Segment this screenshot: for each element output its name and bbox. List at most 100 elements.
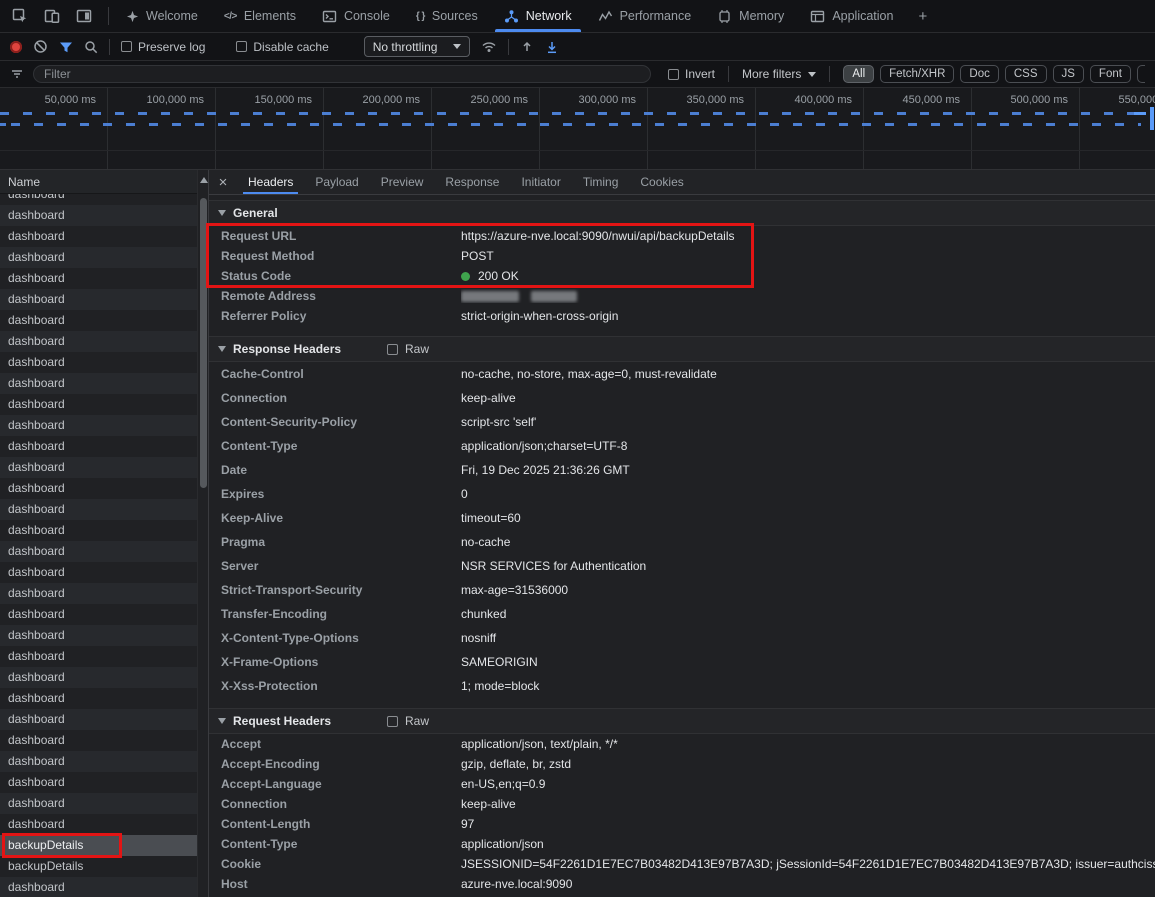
request-row[interactable]: dashboard: [0, 226, 197, 247]
dock-side-icon[interactable]: [76, 8, 92, 24]
request-row[interactable]: dashboard: [0, 394, 197, 415]
tab-performance[interactable]: Performance: [585, 0, 705, 32]
request-headers-section: Request Headers Raw Accept application/j…: [209, 708, 1155, 894]
type-filter-pill[interactable]: CSS: [1005, 65, 1047, 83]
response-headers-section-header[interactable]: Response Headers Raw: [209, 336, 1155, 362]
request-list-scrollbar[interactable]: [197, 170, 208, 897]
request-row[interactable]: backupDetails: [0, 835, 197, 856]
request-row[interactable]: dashboard: [0, 625, 197, 646]
tab-sources[interactable]: { } Sources: [403, 0, 491, 32]
request-row[interactable]: dashboard: [0, 793, 197, 814]
import-har-icon[interactable]: [520, 40, 534, 54]
request-row[interactable]: dashboard: [0, 247, 197, 268]
request-row[interactable]: dashboard: [0, 541, 197, 562]
request-row[interactable]: dashboard: [0, 520, 197, 541]
invert-checkbox[interactable]: [668, 69, 679, 80]
scroll-up-icon[interactable]: [200, 177, 208, 183]
invert-toggle[interactable]: Invert: [668, 67, 715, 81]
tab-elements[interactable]: </> Elements: [211, 0, 309, 32]
request-row[interactable]: dashboard: [0, 688, 197, 709]
disable-cache-toggle[interactable]: Disable cache: [236, 40, 328, 54]
preserve-log-checkbox[interactable]: [121, 41, 132, 52]
request-row[interactable]: dashboard: [0, 583, 197, 604]
detail-tab[interactable]: Cookies: [629, 170, 694, 194]
request-row[interactable]: dashboard: [0, 205, 197, 226]
request-row[interactable]: backupDetails: [0, 856, 197, 877]
tab-label: Elements: [244, 9, 296, 23]
network-conditions-icon[interactable]: [481, 39, 497, 54]
tab-memory[interactable]: Memory: [704, 0, 797, 32]
type-filter-pill[interactable]: Img: [1137, 65, 1145, 83]
more-tabs-button[interactable]: +: [906, 0, 939, 32]
raw-toggle[interactable]: Raw: [387, 342, 429, 356]
general-section-header[interactable]: General: [209, 200, 1155, 226]
request-name: dashboard: [8, 376, 65, 390]
detail-tab[interactable]: Headers: [237, 170, 304, 194]
clear-icon[interactable]: [33, 39, 48, 54]
request-row[interactable]: dashboard: [0, 352, 197, 373]
record-icon[interactable]: [10, 41, 22, 53]
header-name: Expires: [221, 487, 461, 501]
request-row[interactable]: dashboard: [0, 877, 197, 897]
disable-cache-checkbox[interactable]: [236, 41, 247, 52]
request-row[interactable]: dashboard: [0, 499, 197, 520]
request-row[interactable]: dashboard: [0, 604, 197, 625]
request-row[interactable]: dashboard: [0, 436, 197, 457]
throttling-select[interactable]: No throttling: [364, 36, 471, 57]
network-overview-timeline[interactable]: 50,000 ms100,000 ms150,000 ms200,000 ms2…: [0, 88, 1155, 170]
request-row[interactable]: dashboard: [0, 268, 197, 289]
raw-toggle[interactable]: Raw: [387, 714, 429, 728]
request-row[interactable]: dashboard: [0, 709, 197, 730]
type-filter-pill[interactable]: Font: [1090, 65, 1131, 83]
type-filter-pill[interactable]: Doc: [960, 65, 998, 83]
filter-input[interactable]: [33, 65, 651, 83]
tab-console[interactable]: Console: [309, 0, 403, 32]
request-row[interactable]: dashboard: [0, 646, 197, 667]
tab-application[interactable]: Application: [797, 0, 906, 32]
request-row[interactable]: dashboard: [0, 730, 197, 751]
request-row[interactable]: dashboard: [0, 751, 197, 772]
name-column-header[interactable]: Name: [0, 170, 197, 194]
scrollbar-thumb[interactable]: [200, 198, 207, 488]
header-value: strict-origin-when-cross-origin: [461, 309, 1155, 323]
request-row[interactable]: dashboard: [0, 814, 197, 835]
type-filter-pill[interactable]: Fetch/XHR: [880, 65, 954, 83]
raw-checkbox[interactable]: [387, 716, 398, 727]
request-row[interactable]: dashboard: [0, 194, 197, 205]
request-headers-section-header[interactable]: Request Headers Raw: [209, 708, 1155, 734]
type-filter-pill[interactable]: JS: [1053, 65, 1084, 83]
request-row[interactable]: dashboard: [0, 415, 197, 436]
detail-tab[interactable]: Response: [434, 170, 510, 194]
type-filter-pill[interactable]: All: [843, 65, 874, 83]
tab-network[interactable]: Network: [491, 0, 585, 32]
request-row[interactable]: dashboard: [0, 667, 197, 688]
request-row[interactable]: dashboard: [0, 562, 197, 583]
header-row: Date Fri, 19 Dec 2025 21:36:26 GMT: [209, 458, 1155, 482]
device-toolbar-icon[interactable]: [44, 8, 60, 24]
close-icon[interactable]: ×: [209, 170, 237, 194]
network-icon: [504, 9, 519, 24]
header-name: Server: [221, 559, 461, 573]
search-icon[interactable]: [84, 40, 98, 54]
tab-welcome[interactable]: Welcome: [113, 0, 211, 32]
request-name: dashboard: [8, 754, 65, 768]
inspect-icon[interactable]: [12, 8, 28, 24]
request-row[interactable]: dashboard: [0, 457, 197, 478]
request-row[interactable]: dashboard: [0, 331, 197, 352]
preserve-log-toggle[interactable]: Preserve log: [121, 40, 205, 54]
detail-tab[interactable]: Payload: [304, 170, 369, 194]
export-har-icon[interactable]: [545, 40, 559, 54]
more-filters-button[interactable]: More filters: [742, 67, 816, 81]
header-row: Request Method POST: [209, 246, 1155, 266]
detail-tab[interactable]: Timing: [572, 170, 630, 194]
header-name: Date: [221, 463, 461, 477]
request-row[interactable]: dashboard: [0, 310, 197, 331]
detail-tab[interactable]: Preview: [370, 170, 435, 194]
detail-tab[interactable]: Initiator: [510, 170, 571, 194]
filter-toggle-icon[interactable]: [59, 40, 73, 54]
request-row[interactable]: dashboard: [0, 289, 197, 310]
request-row[interactable]: dashboard: [0, 478, 197, 499]
request-row[interactable]: dashboard: [0, 373, 197, 394]
raw-checkbox[interactable]: [387, 344, 398, 355]
request-row[interactable]: dashboard: [0, 772, 197, 793]
